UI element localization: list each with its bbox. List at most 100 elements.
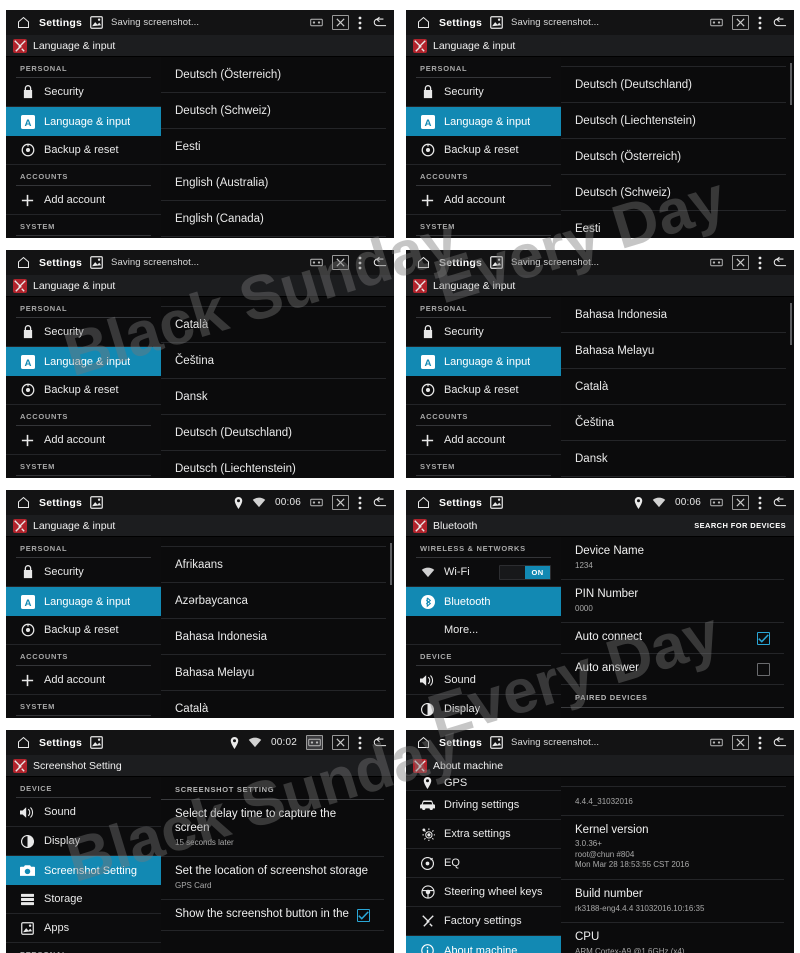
list-item[interactable] — [161, 297, 386, 307]
screenshot-button[interactable] — [710, 738, 723, 747]
language-list-item[interactable]: Català — [161, 307, 386, 343]
sidebar-item-more[interactable]: More... — [406, 616, 561, 645]
back-icon[interactable] — [371, 496, 388, 510]
sidebar-item-add-account[interactable]: Add account — [406, 186, 561, 215]
language-list-item[interactable]: Deutsch (Schweiz) — [161, 93, 386, 129]
preference-checkbox[interactable] — [357, 909, 370, 922]
list-item[interactable] — [161, 537, 386, 547]
language-list-item[interactable]: Deutsch (Deutschland) — [561, 67, 786, 103]
language-list-item[interactable]: Čeština — [161, 343, 386, 379]
language-list-item[interactable]: Deutsch (Österreich) — [561, 139, 786, 175]
screenshot-button[interactable] — [310, 18, 323, 27]
screenshot-button[interactable] — [310, 258, 323, 267]
sidebar-item-factory-settings[interactable]: Factory settings — [406, 907, 561, 936]
sidebar-item-security[interactable]: Security — [6, 318, 161, 347]
back-icon[interactable] — [371, 256, 388, 270]
preference-select-delay-time-to-capture-the-s[interactable]: Select delay time to capture the screen 1… — [161, 800, 384, 857]
preference-auto-answer[interactable]: Auto answer — [561, 654, 784, 685]
home-icon[interactable] — [16, 255, 31, 270]
preference-4-4-4-31032016[interactable]: 4.4.4_31032016 — [561, 787, 784, 816]
preference-show-the-screenshot-button-in-the[interactable]: Show the screenshot button in the — [161, 900, 384, 931]
sidebar-item-add-account[interactable]: Add account — [6, 186, 161, 215]
sidebar-item-wi-fi[interactable]: Wi-Fi ON — [406, 558, 561, 587]
sidebar-item-bluetooth[interactable]: Bluetooth — [406, 587, 561, 616]
sidebar-item-extra-settings[interactable]: Extra settings — [406, 820, 561, 849]
home-icon[interactable] — [416, 495, 431, 510]
sidebar-item-language-input[interactable]: A Language & input — [406, 107, 561, 136]
language-list-item[interactable]: Dansk — [161, 379, 386, 415]
scrollbar[interactable] — [790, 303, 792, 345]
back-icon[interactable] — [771, 736, 788, 750]
sidebar-item-backup-reset[interactable]: Backup & reset — [6, 376, 161, 405]
language-list-item[interactable]: Bahasa Indonesia — [161, 619, 386, 655]
overflow-menu-icon[interactable] — [758, 736, 762, 750]
sidebar-item-backup-reset[interactable]: Backup & reset — [406, 136, 561, 165]
home-icon[interactable] — [416, 15, 431, 30]
sidebar-item-about-machine[interactable]: About machine — [406, 936, 561, 953]
preference-kernel-version[interactable]: Kernel version 3.0.36+ root@chun #804 Mon M… — [561, 816, 784, 880]
sidebar-item-security[interactable]: Security — [406, 318, 561, 347]
sidebar-item-backup-reset[interactable]: Backup & reset — [6, 616, 161, 645]
sidebar-item-steering-wheel-keys[interactable]: Steering wheel keys — [406, 878, 561, 907]
screenshot-button[interactable] — [310, 498, 323, 507]
scrollbar[interactable] — [790, 63, 792, 105]
wifi-toggle[interactable]: ON — [499, 564, 551, 580]
fullscreen-icon[interactable] — [332, 15, 349, 30]
sidebar-item-language-input[interactable]: A Language & input — [406, 347, 561, 376]
language-list-item[interactable]: Čeština — [561, 405, 786, 441]
overflow-menu-icon[interactable] — [358, 736, 362, 750]
sidebar-item-language-input[interactable]: A Language & input — [6, 347, 161, 376]
preference-build-number[interactable]: Build number rk3188-eng4.4.4 31032016.10:… — [561, 880, 784, 923]
screenshot-button[interactable] — [710, 498, 723, 507]
list-item[interactable] — [561, 777, 786, 787]
sidebar-item-driving-settings[interactable]: Driving settings — [406, 791, 561, 820]
overflow-menu-icon[interactable] — [358, 256, 362, 270]
language-list-item[interactable]: Bahasa Melayu — [561, 333, 786, 369]
sidebar-item-sound[interactable]: Sound — [6, 798, 161, 827]
sidebar-item-language-input[interactable]: A Language & input — [6, 587, 161, 616]
sidebar-item-gps[interactable]: GPS — [406, 777, 561, 791]
back-icon[interactable] — [771, 496, 788, 510]
preference-checkbox[interactable] — [757, 663, 770, 676]
preference-device-name[interactable]: Device Name 1234 — [561, 537, 784, 580]
language-list-item[interactable]: Eesti — [561, 211, 786, 238]
back-icon[interactable] — [371, 16, 388, 30]
fullscreen-icon[interactable] — [732, 15, 749, 30]
language-list-item[interactable]: Azərbaycanca — [161, 583, 386, 619]
language-list-item[interactable]: Deutsch (Österreich) — [161, 57, 386, 93]
preference-set-the-location-of-screenshot-sto[interactable]: Set the location of screenshot storage GP… — [161, 857, 384, 900]
sidebar-item-display[interactable]: Display — [406, 695, 561, 718]
fullscreen-icon[interactable] — [332, 495, 349, 510]
sidebar-item-backup-reset[interactable]: Backup & reset — [6, 136, 161, 165]
preference-cpu[interactable]: CPU ARM Cortex-A9 @1.6GHz (x4) — [561, 923, 784, 953]
sidebar-item-screenshot-setting[interactable]: Screenshot Setting — [6, 856, 161, 885]
back-icon[interactable] — [771, 256, 788, 270]
overflow-menu-icon[interactable] — [358, 496, 362, 510]
home-icon[interactable] — [16, 15, 31, 30]
fullscreen-icon[interactable] — [732, 495, 749, 510]
overflow-menu-icon[interactable] — [758, 16, 762, 30]
overflow-menu-icon[interactable] — [758, 496, 762, 510]
home-icon[interactable] — [416, 735, 431, 750]
language-list-item[interactable]: Dansk — [561, 441, 786, 477]
fullscreen-icon[interactable] — [732, 255, 749, 270]
sidebar-item-security[interactable]: Security — [6, 78, 161, 107]
home-icon[interactable] — [16, 735, 31, 750]
overflow-menu-icon[interactable] — [358, 16, 362, 30]
screenshot-button[interactable] — [710, 258, 723, 267]
overflow-menu-icon[interactable] — [758, 256, 762, 270]
sidebar-item-add-account[interactable]: Add account — [6, 666, 161, 695]
fullscreen-icon[interactable] — [732, 735, 749, 750]
fullscreen-icon[interactable] — [332, 735, 349, 750]
language-list-item[interactable]: English (Canada) — [161, 201, 386, 237]
scrollbar[interactable] — [390, 543, 392, 585]
home-icon[interactable] — [416, 255, 431, 270]
sidebar-item-add-account[interactable]: Add account — [406, 426, 561, 455]
language-list-item[interactable]: English (Australia) — [161, 165, 386, 201]
back-icon[interactable] — [371, 736, 388, 750]
sidebar-item-apps[interactable]: Apps — [6, 914, 161, 943]
sidebar-item-security[interactable]: Security — [406, 78, 561, 107]
language-list-item[interactable]: Català — [161, 691, 386, 718]
preference-pin-number[interactable]: PIN Number 0000 — [561, 580, 784, 623]
sidebar-item-storage[interactable]: Storage — [6, 885, 161, 914]
